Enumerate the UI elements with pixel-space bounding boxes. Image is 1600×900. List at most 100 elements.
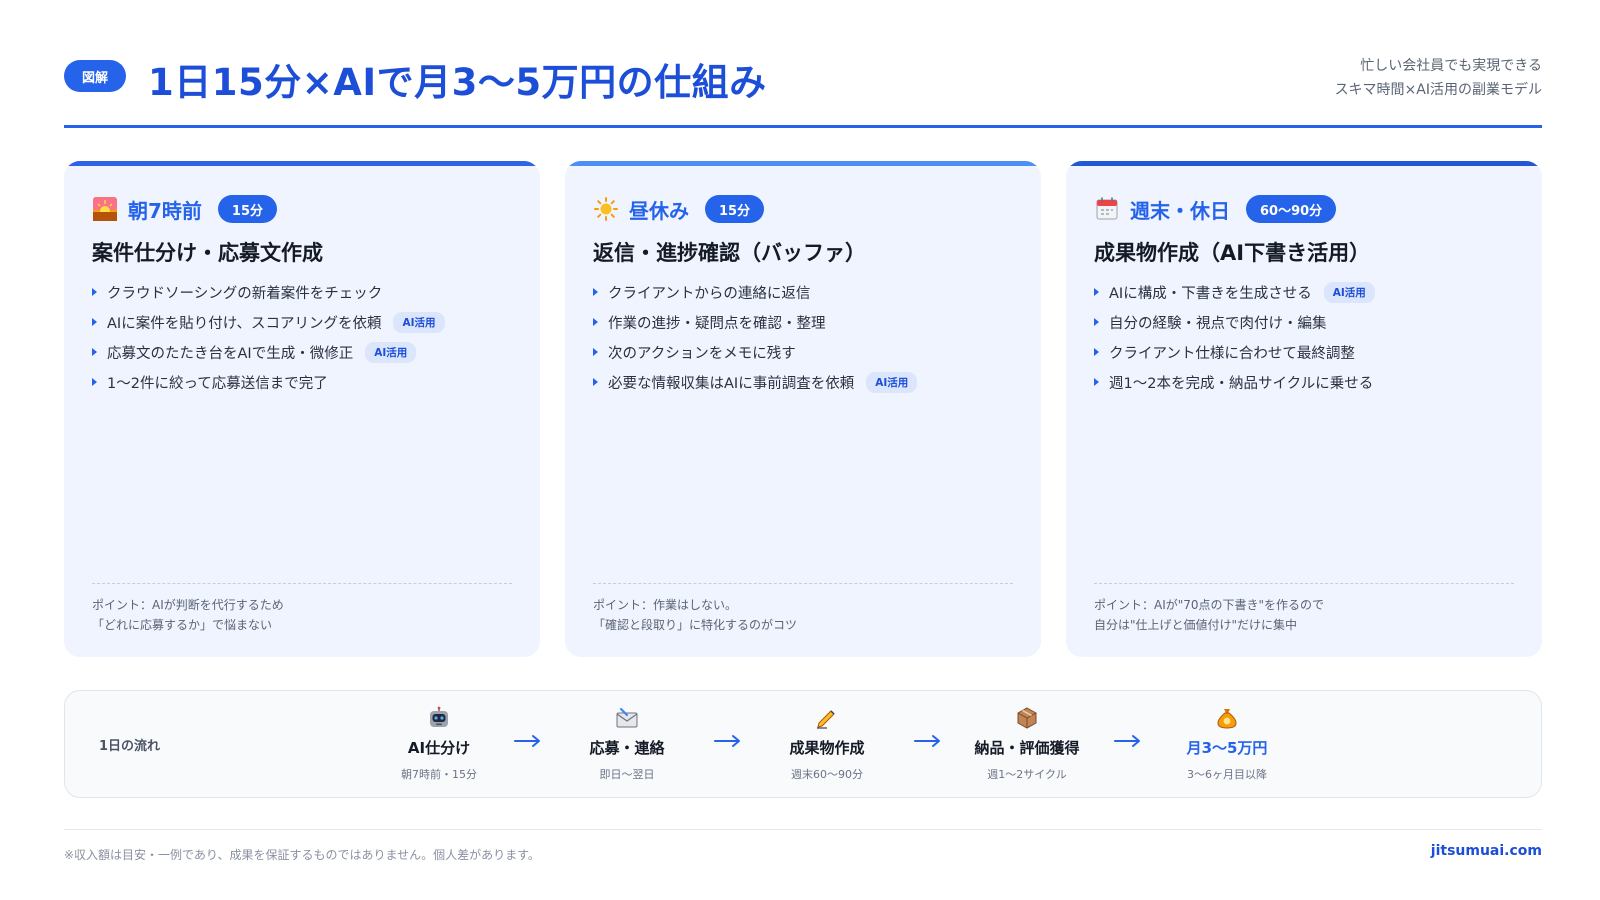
note-line: ポイント：AIが"70点の下書き"を作るので [1094, 598, 1325, 612]
calendar-icon [1094, 196, 1120, 222]
list-item: AIに案件を貼り付け、スコアリングを依頼 AI活用 [92, 307, 445, 337]
list-item-text: 週1〜2本を完成・納品サイクルに乗せる [1109, 375, 1374, 392]
flow-step-sub: 即日〜翌日 [599, 768, 655, 781]
card-note: ポイント：AIが"70点の下書き"を作るので 自分は"仕上げと価値付け"だけに集… [1094, 595, 1324, 635]
list-item: 応募文のたたき台をAIで生成・微修正 AI活用 [92, 337, 445, 367]
flow-step-label: 納品・評価獲得 [974, 739, 1080, 757]
page-subtitle: 忙しい会社員でも実現できる スキマ時間×AI活用の副業モデル [1335, 54, 1542, 102]
header-divider [64, 125, 1542, 128]
list-item: 作業の進捗・疑問点を確認・整理 [593, 307, 917, 337]
diagram-badge: 図解 [64, 60, 126, 92]
ai-tag: AI活用 [365, 341, 417, 363]
card-title: 成果物作成（AI下書き活用） [1094, 241, 1371, 265]
flow-step-label: 成果物作成 [789, 739, 865, 757]
writing-hand-icon [747, 705, 907, 731]
flow-step: AI仕分け 朝7時前・15分 [359, 705, 519, 782]
bullet-triangle-icon [1094, 378, 1099, 386]
note-line: ポイント：作業はしない。 [593, 598, 738, 612]
package-icon [947, 705, 1107, 731]
list-item-text: クライアント仕様に合わせて最終調整 [1109, 345, 1355, 362]
subtitle-line-1: 忙しい会社員でも実現できる [1360, 58, 1542, 74]
flow-step: 成果物作成 週末60〜90分 [747, 705, 907, 782]
list-item-text: 必要な情報収集はAIに事前調査を依頼 [608, 375, 855, 392]
card-time-label: 昼休み [629, 198, 689, 223]
list-item: 週1〜2本を完成・納品サイクルに乗せる [1094, 367, 1375, 397]
arrow-right-icon [714, 735, 740, 747]
bullet-triangle-icon [593, 318, 598, 326]
bullet-triangle-icon [593, 378, 598, 386]
bullet-triangle-icon [593, 348, 598, 356]
card-task-list: クライアントからの連絡に返信 作業の進捗・疑問点を確認・整理 次のアクションをメ… [593, 277, 918, 397]
arrow-right-icon [914, 735, 940, 747]
bullet-triangle-icon [92, 378, 97, 386]
list-item-text: 自分の経験・視点で肉付け・編集 [1109, 315, 1327, 332]
bullet-triangle-icon [1094, 288, 1099, 296]
flow-step: 納品・評価獲得 週1〜2サイクル [947, 705, 1107, 782]
card-divider [1094, 583, 1514, 584]
card-divider [593, 583, 1013, 584]
list-item-text: AIに構成・下書きを生成させる [1109, 285, 1312, 302]
bullet-triangle-icon [92, 318, 97, 326]
daily-flow-panel: 1日の流れ AI仕分け 朝7時前・15分 応募・連絡 即日〜翌日 成果物作成 週… [64, 690, 1542, 798]
note-line: ポイント：AIが判断を代行するため [92, 598, 284, 612]
flow-step-sub: 週末60〜90分 [791, 768, 863, 781]
flow-label: 1日の流れ [99, 739, 161, 754]
bullet-triangle-icon [92, 348, 97, 356]
list-item: クライアント仕様に合わせて最終調整 [1094, 337, 1375, 367]
list-item: 必要な情報収集はAIに事前調査を依頼 AI活用 [593, 367, 918, 397]
note-line: 「どれに応募するか」で悩まない [92, 618, 273, 632]
card-lunch: 昼休み 15分 返信・進捗確認（バッファ） クライアントからの連絡に返信 作業の… [565, 161, 1041, 657]
ai-tag: AI活用 [1323, 281, 1375, 303]
page-title: 1日15分×AIで月3〜5万円の仕組み [148, 61, 767, 104]
arrow-right-icon [514, 735, 540, 747]
list-item-text: 応募文のたたき台をAIで生成・微修正 [107, 345, 354, 362]
card-note: ポイント：AIが判断を代行するため 「どれに応募するか」で悩まない [92, 595, 284, 635]
list-item-text: 作業の進捗・疑問点を確認・整理 [608, 315, 826, 332]
flow-step-sub: 朝7時前・15分 [401, 768, 477, 781]
card-header: 朝7時前 15分 [92, 195, 278, 223]
duration-badge: 15分 [217, 195, 278, 223]
duration-badge: 60〜90分 [1246, 195, 1337, 223]
card-weekend: 週末・休日 60〜90分 成果物作成（AI下書き活用） AIに構成・下書きを生成… [1066, 161, 1542, 657]
flow-step-label: AI仕分け [407, 739, 471, 757]
sunrise-icon [92, 196, 118, 222]
arrow-right-icon [1114, 735, 1140, 747]
card-note: ポイント：作業はしない。 「確認と段取り」に特化するのがコツ [593, 595, 797, 635]
header: 図解 1日15分×AIで月3〜5万円の仕組み 忙しい会社員でも実現できる スキマ… [64, 52, 1542, 128]
card-header: 昼休み 15分 [593, 195, 765, 223]
flow-step: 応募・連絡 即日〜翌日 [547, 705, 707, 782]
list-item-text: クラウドソーシングの新着案件をチェック [107, 285, 383, 302]
note-line: 「確認と段取り」に特化するのがコツ [593, 618, 798, 632]
ai-tag: AI活用 [866, 371, 918, 393]
flow-step-sub: 3〜6ヶ月目以降 [1187, 768, 1267, 781]
footer-divider [64, 829, 1542, 830]
sun-icon [593, 196, 619, 222]
flow-step: 月3〜5万円 3〜6ヶ月目以降 [1147, 705, 1307, 782]
flow-step-sub: 週1〜2サイクル [987, 768, 1067, 781]
site-link[interactable]: jitsumuai.com [1431, 843, 1542, 859]
subtitle-line-2: スキマ時間×AI活用の副業モデル [1334, 82, 1542, 98]
bullet-triangle-icon [1094, 318, 1099, 326]
list-item: クラウドソーシングの新着案件をチェック [92, 277, 445, 307]
list-item-text: クライアントからの連絡に返信 [608, 285, 811, 302]
card-task-list: クラウドソーシングの新着案件をチェック AIに案件を貼り付け、スコアリングを依頼… [92, 277, 445, 397]
list-item: 次のアクションをメモに残す [593, 337, 917, 367]
duration-badge: 15分 [705, 195, 765, 223]
bullet-triangle-icon [1094, 348, 1099, 356]
list-item-text: 1〜2件に絞って応募送信まで完了 [107, 375, 328, 392]
card-title: 返信・進捗確認（バッファ） [593, 241, 866, 265]
mail-icon [547, 705, 707, 731]
note-line: 自分は"仕上げと価値付け"だけに集中 [1094, 618, 1298, 632]
card-divider [92, 583, 512, 584]
card-header: 週末・休日 60〜90分 [1094, 195, 1337, 223]
list-item-text: 次のアクションをメモに残す [608, 345, 796, 362]
ai-tag: AI活用 [393, 311, 445, 333]
robot-icon [359, 705, 519, 731]
list-item: 1〜2件に絞って応募送信まで完了 [92, 367, 445, 397]
flow-step-label: 月3〜5万円 [1186, 739, 1268, 757]
card-morning: 朝7時前 15分 案件仕分け・応募文作成 クラウドソーシングの新着案件をチェック… [64, 161, 540, 657]
card-task-list: AIに構成・下書きを生成させる AI活用 自分の経験・視点で肉付け・編集 クライア… [1094, 277, 1375, 397]
flow-step-label: 応募・連絡 [589, 739, 665, 757]
disclaimer-text: ※収入額は目安・一例であり、成果を保証するものではありません。個人差があります。 [64, 848, 540, 862]
list-item: AIに構成・下書きを生成させる AI活用 [1094, 277, 1375, 307]
